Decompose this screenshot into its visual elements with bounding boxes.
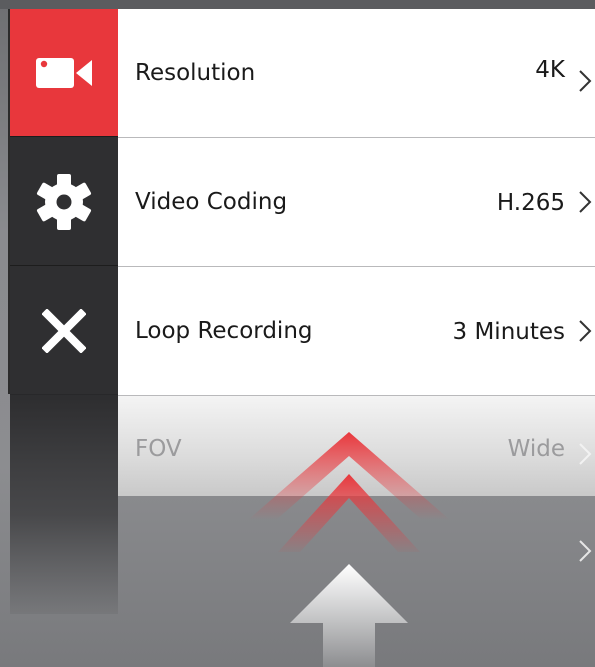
- row-label: Video Coding: [135, 189, 288, 215]
- row-value: 3 Minutes: [452, 319, 565, 345]
- row-value: Wide: [507, 436, 565, 462]
- menu-row-video-coding[interactable]: Video Coding H.265: [118, 138, 595, 267]
- menu-row-resolution[interactable]: Resolution 4K: [118, 9, 595, 138]
- sidebar-item-video[interactable]: [10, 9, 118, 136]
- row-label: Loop Recording: [135, 318, 313, 344]
- chevron-right-icon: [579, 320, 592, 342]
- row-value: H.265: [496, 190, 565, 216]
- row-label: Resolution: [135, 60, 256, 86]
- chevron-right-icon: [579, 191, 592, 213]
- menu-row-fov[interactable]: FOV Wide: [118, 396, 595, 496]
- settings-menu: Resolution 4K Video Coding H.265 Loop Re…: [118, 9, 595, 596]
- sidebar-item-settings[interactable]: [10, 136, 118, 266]
- camera-icon: [36, 57, 92, 88]
- sidebar-fade: [10, 394, 118, 614]
- top-bar: [0, 0, 595, 9]
- menu-row-hidden[interactable]: [118, 496, 595, 596]
- menu-row-loop-recording[interactable]: Loop Recording 3 Minutes: [118, 267, 595, 396]
- chevron-right-icon: [579, 540, 592, 562]
- chevron-right-icon: [579, 70, 592, 92]
- gear-icon: [36, 173, 92, 230]
- chevron-right-icon: [579, 443, 592, 465]
- row-label: FOV: [135, 436, 182, 462]
- row-value: 4K: [535, 57, 565, 83]
- close-icon: [42, 308, 86, 353]
- sidebar-item-close[interactable]: [10, 265, 118, 395]
